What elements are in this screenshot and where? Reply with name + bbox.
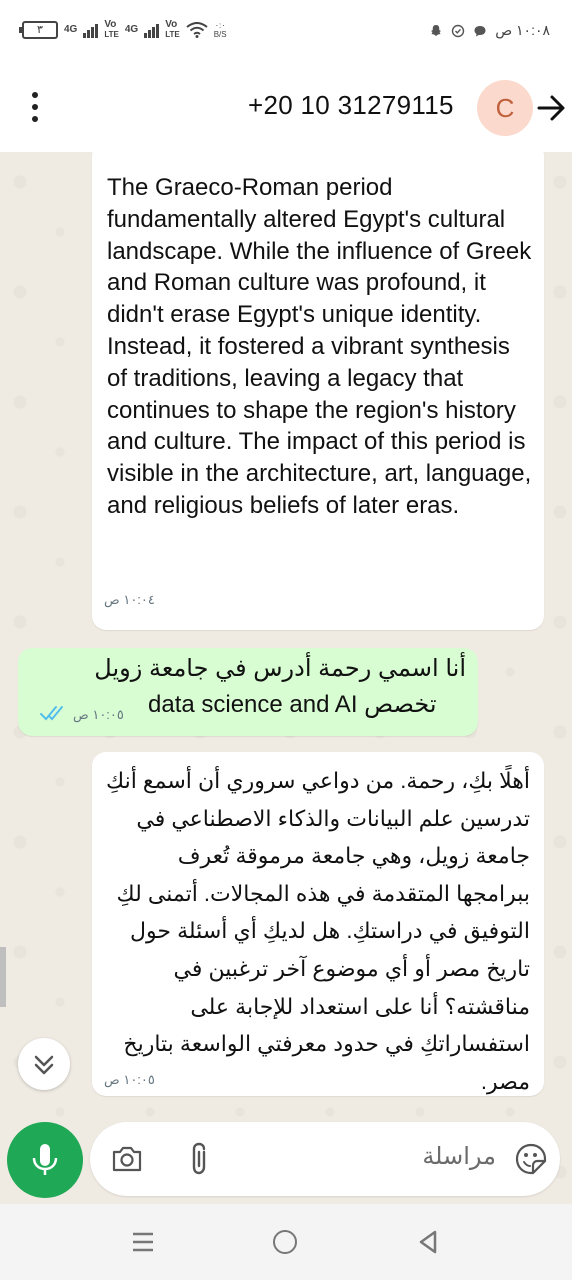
volte-bottom-1: LTE: [104, 30, 119, 39]
chat-bubble-icon: [474, 25, 486, 36]
camera-icon[interactable]: [110, 1142, 144, 1176]
network-speed: ٠:٠ B/S: [214, 21, 227, 39]
microphone-icon: [32, 1144, 58, 1175]
wifi-icon: [186, 22, 208, 38]
clock: ١٠:٠٨ ص: [495, 22, 550, 38]
read-ticks-icon: [40, 706, 63, 721]
more-options-icon[interactable]: [28, 92, 42, 126]
message-time: ١٠:٠٤ ص: [104, 592, 155, 607]
system-nav-bar: [0, 1204, 572, 1280]
signal-bars-icon-1: [83, 22, 99, 38]
message-outgoing[interactable]: أنا اسمي رحمة أدرس في جامعة زويل تخصص da…: [18, 648, 478, 736]
message-placeholder: مراسلة: [422, 1143, 496, 1170]
attach-icon[interactable]: [184, 1140, 216, 1178]
message-text: The Graeco-Roman period fundamentally al…: [107, 174, 532, 519]
contact-name[interactable]: +20 10 31279115: [248, 90, 454, 121]
network-speed-unit: B/S: [213, 30, 227, 39]
signal-bars-icon-2: [144, 22, 160, 38]
volte-top-2: Vo: [165, 19, 178, 30]
chat-area[interactable]: The Graeco-Roman period fundamentally al…: [0, 152, 572, 1202]
volte-label-1: Vo LTE: [104, 20, 119, 40]
message-time: ١٠:٠٥ ص: [104, 1072, 155, 1087]
snapchat-icon: [431, 24, 442, 36]
network-speed-value: ٠:٠: [214, 21, 226, 30]
volte-bottom-2: LTE: [165, 30, 180, 39]
scroll-to-bottom-button[interactable]: [18, 1038, 70, 1090]
avatar[interactable]: C: [477, 80, 533, 136]
battery-icon: ٣: [19, 21, 58, 39]
signal-label-2: 4G: [124, 24, 139, 35]
status-left: ٣ 4G Vo LTE 4G Vo LTE ٠:٠ B/S: [19, 20, 227, 40]
signal-label-1: 4G: [64, 24, 78, 35]
double-chevron-down-icon: [34, 1055, 54, 1075]
recent-apps-icon[interactable]: [131, 1230, 155, 1254]
message-incoming[interactable]: The Graeco-Roman period fundamentally al…: [92, 152, 544, 630]
volte-top-1: Vo: [104, 19, 117, 30]
voice-message-button[interactable]: [7, 1122, 83, 1198]
scroll-indicator[interactable]: [0, 947, 6, 1007]
message-text-line-1: أنا اسمي رحمة أدرس في جامعة زويل: [94, 655, 466, 682]
message-incoming[interactable]: أهلًا بكِ، رحمة. من دواعي سروري أن أسمع …: [92, 752, 544, 1096]
volte-label-2: Vo LTE: [165, 20, 180, 40]
back-arrow-icon[interactable]: [536, 88, 566, 128]
nav-back-icon[interactable]: [416, 1229, 440, 1255]
status-bar: ٣ 4G Vo LTE 4G Vo LTE ٠:٠ B/S ١٠:٠٨ ص: [0, 0, 572, 64]
message-text-line-2: تخصص data science and AI: [148, 691, 437, 718]
status-right: ١٠:٠٨ ص: [429, 22, 550, 39]
sticker-icon[interactable]: [514, 1142, 548, 1176]
message-text: أهلًا بكِ، رحمة. من دواعي سروري أن أسمع …: [106, 768, 530, 1094]
home-icon[interactable]: [273, 1230, 297, 1254]
chat-header: +20 10 31279115 C: [0, 64, 572, 152]
message-input[interactable]: مراسلة: [90, 1122, 560, 1196]
check-circle-icon: [452, 24, 465, 37]
battery-level: ٣: [37, 24, 43, 36]
message-time: ١٠:٠٥ ص: [73, 707, 124, 722]
